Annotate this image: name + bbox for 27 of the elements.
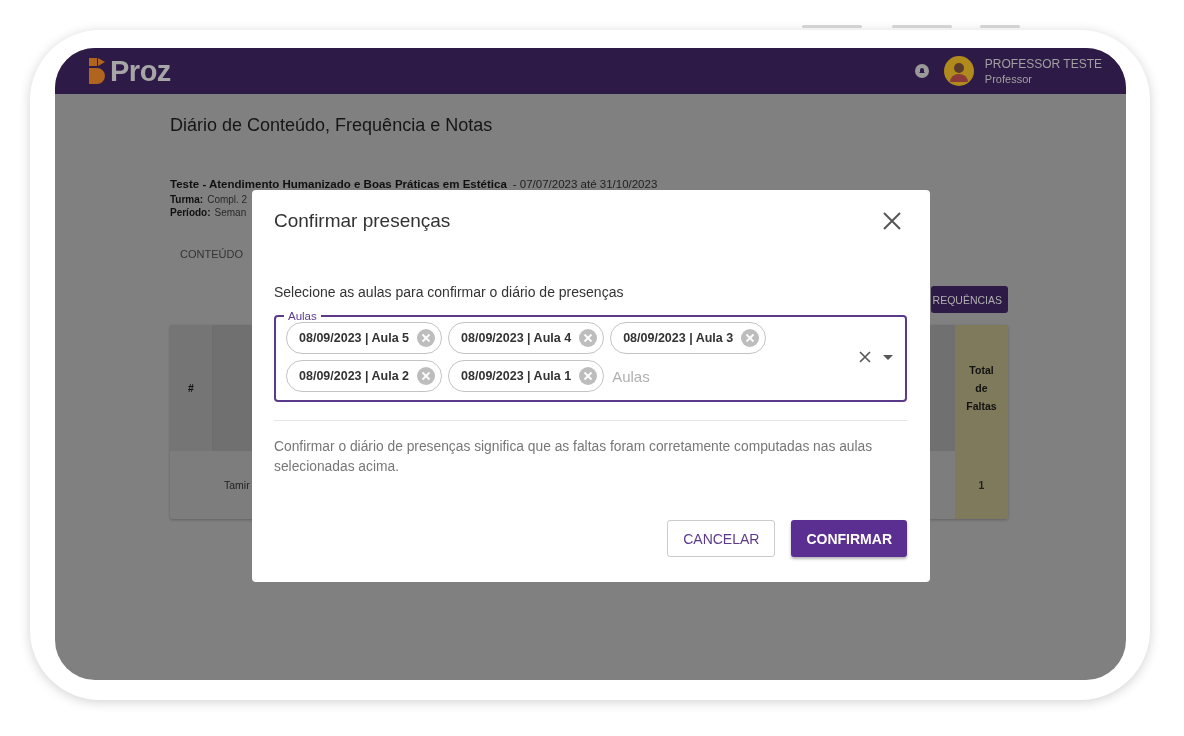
close-icon[interactable] [883, 212, 901, 230]
field-label: Aulas [287, 310, 318, 322]
dialog-note: Confirmar o diário de presenças significa que as faltas foram corretamente computadas nas aulas selecionadas acima. [274, 438, 874, 476]
column-header: Total de Faltas [955, 325, 1008, 451]
page-title: Diário de Conteúdo, Frequência e Notas [170, 115, 494, 136]
user-role: Professor [984, 73, 1033, 85]
table-cell: 1 [955, 451, 1008, 519]
logo-icon [88, 57, 106, 85]
user-name: PROFESSOR TESTE [984, 57, 1102, 71]
frequencies-button[interactable]: REQUÊNCIAS [930, 286, 1008, 313]
course-dates: - 07/07/2023 até 31/10/2023 [512, 178, 658, 190]
dialog-title: Confirmar presenças [274, 210, 451, 232]
course-name: Teste - Atendimento Humanizado e Boas Práticas em Estética [170, 178, 507, 190]
detail-label: Período: [170, 207, 211, 218]
avatar-icon[interactable] [943, 56, 974, 86]
dropdown-arrow-icon[interactable] [883, 354, 893, 360]
dialog-prompt: Selecione as aulas para confirmar o diário de presenças [274, 284, 625, 300]
detail-label: Turma: [170, 194, 204, 205]
clear-icon[interactable] [859, 351, 871, 363]
lessons-select-field[interactable]: Aulas 08/09/2023 | Aula 5 08/09/2023 | Aula 4 08/09/2023 | Aula 3 08/09/2023 | Aula 2 08/09/2023 | Aula 1 Aulas [274, 310, 907, 402]
confirm-button[interactable]: CONFIRMAR [791, 520, 907, 557]
detail-value: Compl. 2 [207, 194, 248, 205]
detail-value: Seman [214, 207, 247, 218]
column-header: # [170, 325, 213, 451]
notification-icon[interactable] [914, 64, 929, 78]
cancel-button[interactable]: CANCELAR [667, 520, 776, 557]
logo-text: Proz [110, 54, 171, 88]
